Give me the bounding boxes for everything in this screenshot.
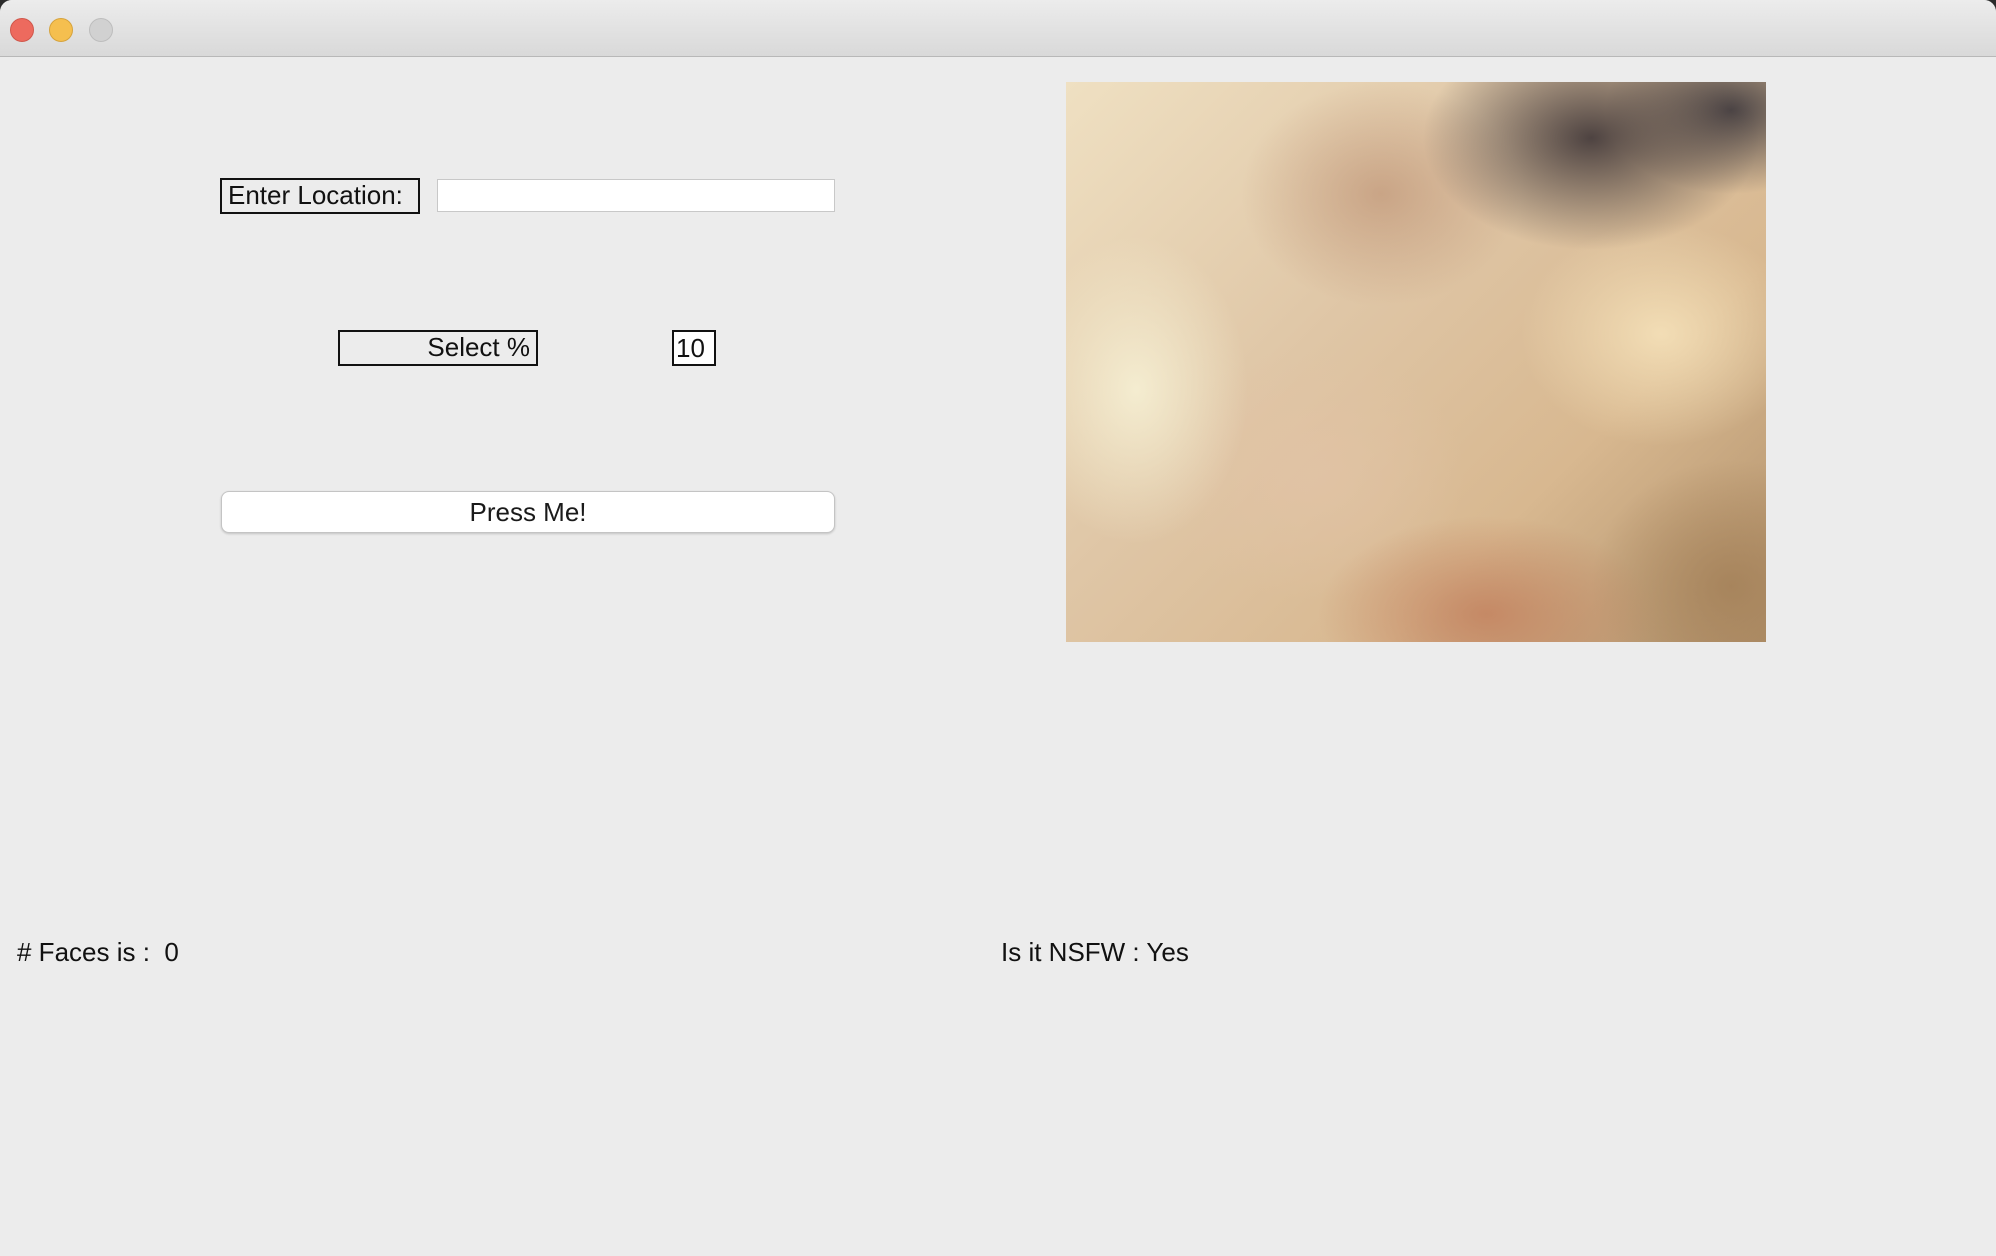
location-input[interactable] (437, 179, 835, 212)
faces-count-text: # Faces is : 0 (17, 937, 179, 967)
press-me-button[interactable]: Press Me! (221, 491, 835, 533)
blurred-image (1066, 82, 1766, 642)
minimize-window-button[interactable] (49, 18, 73, 42)
percent-input[interactable] (672, 330, 716, 366)
select-percent-label: Select % (338, 330, 538, 366)
zoom-window-button[interactable] (89, 18, 113, 42)
location-label: Enter Location: (220, 178, 420, 214)
main-content: Enter Location: Select % Press Me! # Fac… (0, 57, 1996, 1256)
app-window: Enter Location: Select % Press Me! # Fac… (0, 0, 1996, 1256)
nsfw-result-text: Is it NSFW : Yes (1001, 937, 1189, 967)
image-preview (1066, 82, 1766, 642)
close-window-button[interactable] (10, 18, 34, 42)
title-bar[interactable] (0, 0, 1996, 57)
